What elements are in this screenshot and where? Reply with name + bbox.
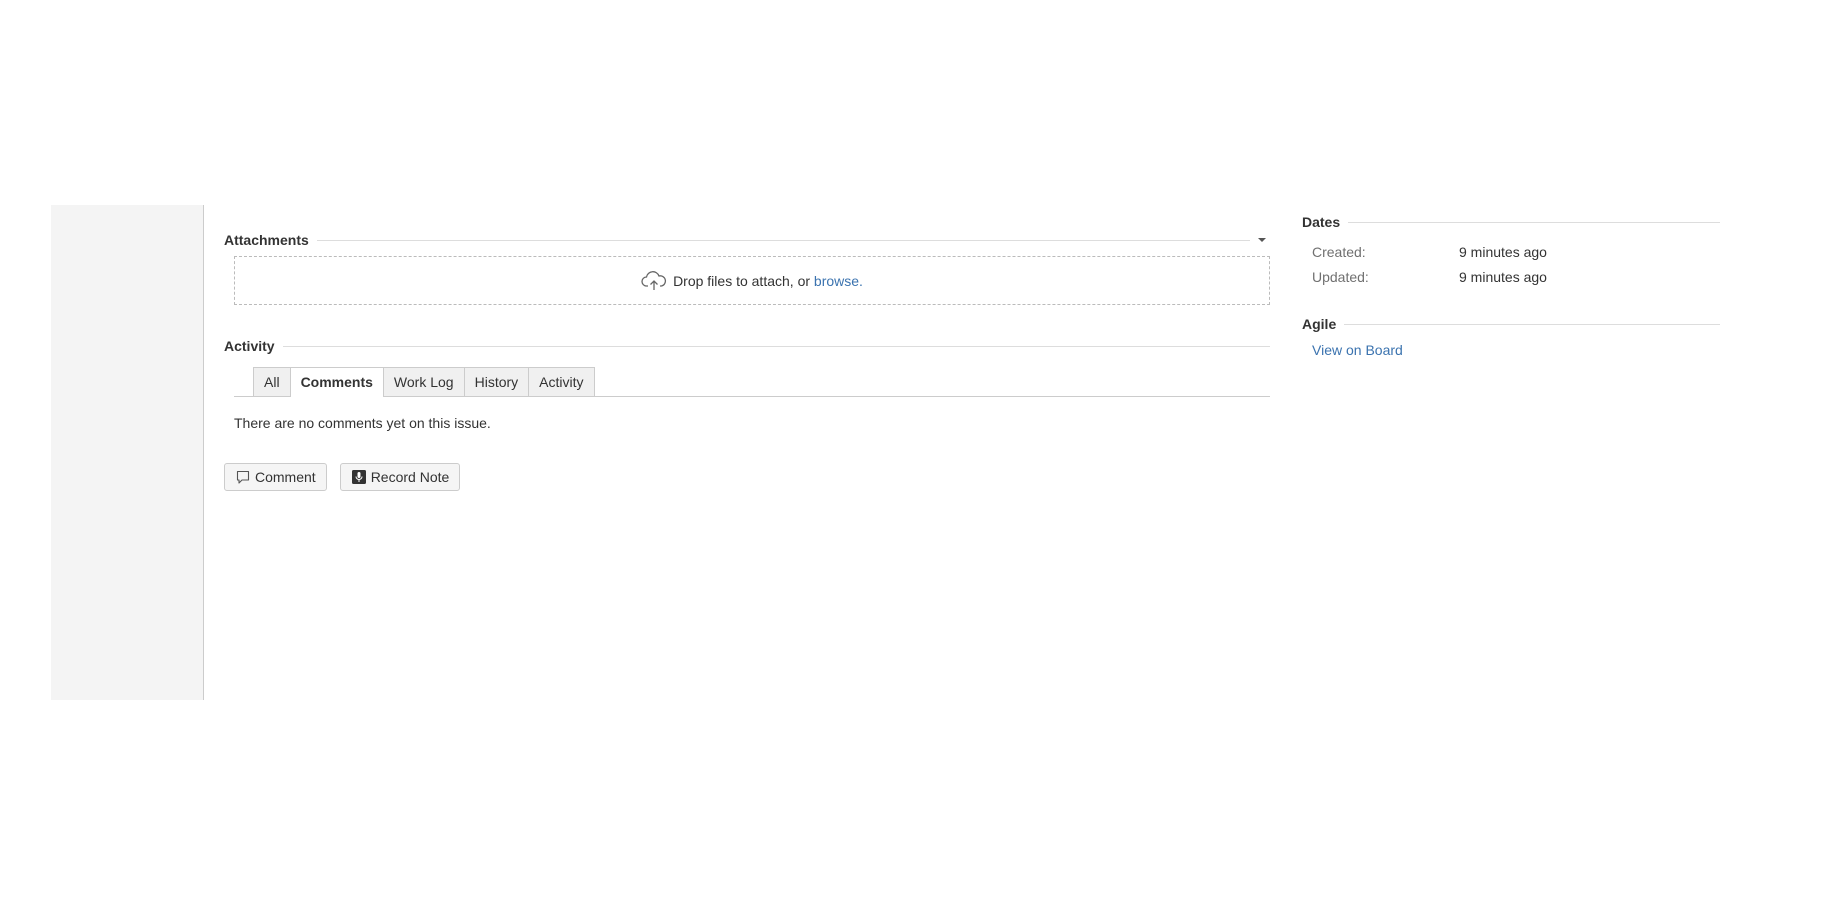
comment-icon — [235, 469, 251, 485]
browse-link[interactable]: browse — [814, 273, 859, 289]
no-comments-message: There are no comments yet on this issue. — [234, 415, 491, 431]
comment-button[interactable]: Comment — [224, 463, 327, 491]
attachments-module-header: Attachments — [224, 230, 1270, 250]
cloud-upload-icon — [641, 270, 667, 290]
created-value: 9 minutes ago — [1459, 244, 1547, 260]
tab-history[interactable]: History — [463, 367, 530, 396]
attachments-divider — [316, 239, 1250, 241]
tab-work-log[interactable]: Work Log — [382, 367, 465, 396]
updated-label: Updated: — [1312, 269, 1369, 285]
issue-side-column: Dates Created: 9 minutes ago Updated: 9 … — [1302, 212, 1720, 358]
activity-actions: Comment Record Note — [224, 463, 1270, 491]
dropzone-suffix: . — [859, 272, 863, 289]
activity-divider — [282, 345, 1270, 347]
agile-module-header: Agile — [1302, 314, 1720, 334]
agile-divider — [1344, 323, 1720, 325]
activity-title: Activity — [224, 338, 275, 354]
dates-module-header: Dates — [1302, 212, 1720, 232]
issue-view: Attachments Drop files to attach, or bro… — [0, 0, 1840, 900]
dates-divider — [1348, 221, 1720, 223]
left-sidebar — [51, 205, 204, 700]
comment-button-label: Comment — [255, 469, 316, 485]
dates-list: Created: 9 minutes ago Updated: 9 minute… — [1302, 240, 1720, 290]
issue-main-column: Attachments Drop files to attach, or bro… — [224, 205, 1270, 491]
microphone-icon — [351, 469, 367, 485]
record-note-button[interactable]: Record Note — [339, 463, 461, 491]
created-row: Created: 9 minutes ago — [1312, 240, 1720, 265]
dates-title: Dates — [1302, 214, 1341, 230]
agile-links: View on Board — [1312, 342, 1720, 358]
view-on-board-link[interactable]: View on Board — [1312, 342, 1403, 358]
activity-tabs: All Comments Work Log History Activity — [234, 366, 1270, 397]
attachments-dropzone[interactable]: Drop files to attach, or browse. — [234, 256, 1270, 305]
chevron-down-icon[interactable] — [1258, 238, 1266, 242]
dropzone-text: Drop files to attach, or — [673, 272, 811, 289]
tab-activity[interactable]: Activity — [528, 367, 595, 396]
record-note-button-label: Record Note — [370, 469, 450, 485]
updated-row: Updated: 9 minutes ago — [1312, 265, 1720, 290]
activity-module-header: Activity — [224, 336, 1270, 356]
updated-value: 9 minutes ago — [1459, 269, 1547, 285]
tab-comments[interactable]: Comments — [289, 367, 384, 397]
agile-title: Agile — [1302, 316, 1337, 332]
created-label: Created: — [1312, 244, 1366, 260]
attachments-title: Attachments — [224, 232, 309, 248]
tab-all[interactable]: All — [253, 367, 291, 396]
